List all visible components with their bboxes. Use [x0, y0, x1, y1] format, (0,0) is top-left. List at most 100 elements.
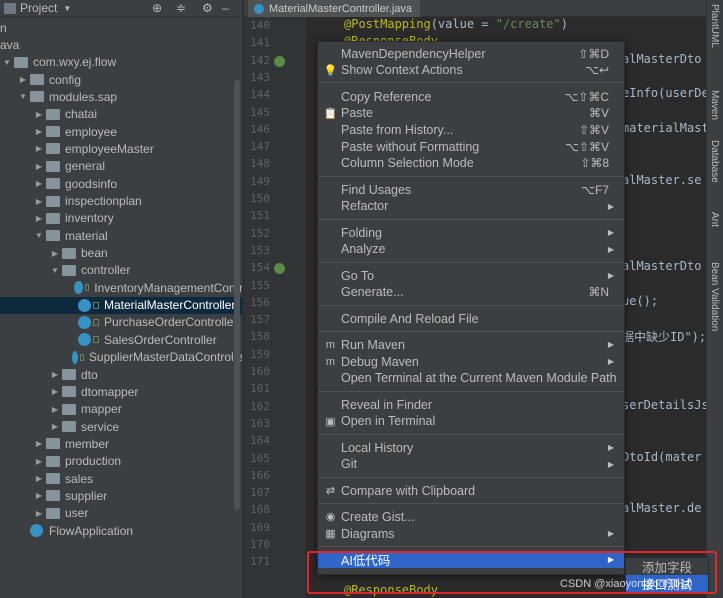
menu-item-mavendependencyhelper[interactable]: MavenDependencyHelper ⇧⌘D: [318, 45, 624, 62]
tree-row[interactable]: ▶ service: [0, 418, 242, 435]
tree-row[interactable]: ▶ mapper: [0, 401, 242, 418]
tree-row[interactable]: PurchaseOrderController: [0, 314, 242, 331]
tool-tab-ant[interactable]: Ant: [709, 212, 720, 227]
tool-tab-bean-validation[interactable]: Bean Validation: [709, 262, 720, 331]
menu-item-diagrams[interactable]: ▦ Diagrams ▶: [318, 525, 624, 542]
tree-row[interactable]: ▶ dto: [0, 366, 242, 383]
menu-item-folding[interactable]: Folding ▶: [318, 224, 624, 241]
tree-row[interactable]: ▼ controller: [0, 262, 242, 279]
crosshair-icon[interactable]: ⊕: [152, 1, 162, 15]
chevron-right-icon[interactable]: ▶: [50, 387, 60, 396]
tree-row[interactable]: n: [0, 19, 242, 36]
tool-tab-plantuml[interactable]: PlantUML: [709, 4, 720, 48]
menu-item-paste[interactable]: 📋 Paste ⌘V: [318, 105, 624, 122]
chevron-right-icon[interactable]: ▶: [34, 162, 44, 171]
tree-row[interactable]: SalesOrderController: [0, 331, 242, 348]
chevron-down-icon[interactable]: ▼: [50, 266, 60, 275]
tree-row[interactable]: ▶ production: [0, 453, 242, 470]
tree-row[interactable]: FlowApplication: [0, 522, 242, 539]
tree-row[interactable]: ▶ bean: [0, 245, 242, 262]
chevron-right-icon[interactable]: ▶: [34, 491, 44, 500]
chevron-right-icon[interactable]: ▶: [34, 110, 44, 119]
chevron-right-icon[interactable]: ▶: [50, 249, 60, 258]
chevron-right-icon[interactable]: ▶: [50, 370, 60, 379]
code-line-140[interactable]: @PostMapping(value = "/create"): [344, 17, 568, 31]
code-fragment[interactable]: alMasterDto c: [622, 259, 716, 273]
chevron-down-icon[interactable]: ▼: [63, 4, 71, 13]
tree-row[interactable]: MaterialMasterController: [0, 296, 242, 314]
tab-material-master-controller[interactable]: MaterialMasterController.java: [248, 0, 421, 17]
code-fragment[interactable]: DtoId(mater: [622, 450, 701, 464]
chevron-right-icon[interactable]: ▶: [34, 214, 44, 223]
menu-item-reveal-in-finder[interactable]: Reveal in Finder: [318, 396, 624, 413]
chevron-down-icon[interactable]: ▼: [34, 231, 44, 240]
code-fragment[interactable]: eInfo(userDe: [622, 86, 709, 100]
chevron-right-icon[interactable]: ▶: [50, 405, 60, 414]
tree-row[interactable]: ▼ material: [0, 227, 242, 244]
hide-icon[interactable]: –: [222, 1, 229, 15]
tree-row[interactable]: ▶ config: [0, 71, 242, 88]
menu-item-open-terminal-at-the-current-maven-module-path[interactable]: Open Terminal at the Current Maven Modul…: [318, 370, 624, 387]
chevron-right-icon[interactable]: ▶: [50, 422, 60, 431]
menu-item-analyze[interactable]: Analyze ▶: [318, 241, 624, 258]
chevron-right-icon[interactable]: ▶: [34, 197, 44, 206]
code-fragment[interactable]: 据中缺少ID");: [622, 328, 706, 345]
code-fragment[interactable]: alMaster.de: [622, 501, 701, 515]
menu-item-go-to[interactable]: Go To ▶: [318, 267, 624, 284]
menu-item-refactor[interactable]: Refactor ▶: [318, 198, 624, 215]
menu-item-generate[interactable]: Generate... ⌘N: [318, 284, 624, 301]
code-fragment[interactable]: ue();: [622, 294, 658, 308]
tool-tab-maven[interactable]: Maven: [709, 90, 720, 120]
tree-row[interactable]: SupplierMasterDataControlle: [0, 349, 242, 366]
chevron-down-icon[interactable]: ▼: [2, 58, 12, 67]
menu-item-column-selection-mode[interactable]: Column Selection Mode ⇧⌘8: [318, 155, 624, 172]
menu-item-debug-maven[interactable]: m Debug Maven ▶: [318, 353, 624, 370]
code-fragment[interactable]: alMasterDto c: [622, 52, 716, 66]
gear-icon[interactable]: ⚙: [202, 1, 213, 15]
tree-row[interactable]: InventoryManagementContr: [0, 279, 242, 296]
chevron-right-icon[interactable]: ▶: [18, 75, 28, 84]
tree-row[interactable]: ▶ dtomapper: [0, 383, 242, 400]
code-fragment[interactable]: serDetailsJso: [622, 398, 716, 412]
tree-row[interactable]: ▶ sales: [0, 470, 242, 487]
chevron-right-icon[interactable]: ▶: [34, 509, 44, 518]
chevron-right-icon[interactable]: ▶: [34, 127, 44, 136]
chevron-right-icon[interactable]: ▶: [34, 457, 44, 466]
project-panel-title[interactable]: Project: [20, 1, 57, 15]
menu-item-paste-from-history[interactable]: Paste from History... ⇧⌘V: [318, 121, 624, 138]
code-fragment[interactable]: materialMaste: [622, 121, 716, 135]
tool-tab-database[interactable]: Database: [709, 140, 720, 183]
tree-row[interactable]: ▶ employee: [0, 123, 242, 140]
menu-item-local-history[interactable]: Local History ▶: [318, 439, 624, 456]
menu-item-show-context-actions[interactable]: 💡 Show Context Actions ⌥↩: [318, 62, 624, 79]
chevron-right-icon[interactable]: ▶: [34, 144, 44, 153]
chevron-right-icon[interactable]: ▶: [34, 474, 44, 483]
menu-item-copy-reference[interactable]: Copy Reference ⌥⇧⌘C: [318, 88, 624, 105]
tree-row[interactable]: ▼ modules.sap: [0, 88, 242, 105]
menu-item-compare-with-clipboard[interactable]: ⇄ Compare with Clipboard: [318, 482, 624, 499]
chevron-right-icon[interactable]: ▶: [34, 439, 44, 448]
menu-item-paste-without-formatting[interactable]: Paste without Formatting ⌥⇧⌘V: [318, 138, 624, 155]
tree-row[interactable]: ▶ inventory: [0, 210, 242, 227]
tree-row[interactable]: ▼ com.wxy.ej.flow: [0, 54, 242, 71]
menu-item-find-usages[interactable]: Find Usages ⌥F7: [318, 181, 624, 198]
tree-row[interactable]: ▶ general: [0, 158, 242, 175]
chevron-down-icon[interactable]: ▼: [18, 92, 28, 101]
menu-item-git[interactable]: Git ▶: [318, 456, 624, 473]
bean-icon[interactable]: [274, 55, 285, 67]
code-fragment[interactable]: alMaster.se: [622, 173, 701, 187]
chevron-right-icon[interactable]: ▶: [34, 179, 44, 188]
menu-item-run-maven[interactable]: m Run Maven ▶: [318, 336, 624, 353]
tree-row[interactable]: ▶ member: [0, 435, 242, 452]
tree-row[interactable]: ▶ user: [0, 505, 242, 522]
tree-row[interactable]: ▶ supplier: [0, 487, 242, 504]
menu-item-compile-and-reload-file[interactable]: Compile And Reload File: [318, 310, 624, 327]
tree-row[interactable]: ▶ goodsinfo: [0, 175, 242, 192]
collapse-icon[interactable]: ≑: [176, 1, 186, 15]
menu-item-open-in-terminal[interactable]: ▣ Open in Terminal: [318, 413, 624, 430]
tree-row[interactable]: ▶ inspectionplan: [0, 193, 242, 210]
tree-row[interactable]: ▶ employeeMaster: [0, 140, 242, 157]
tree-row[interactable]: ▶ chatai: [0, 106, 242, 123]
tree-row[interactable]: ava: [0, 36, 242, 53]
project-scrollbar[interactable]: [234, 80, 240, 510]
